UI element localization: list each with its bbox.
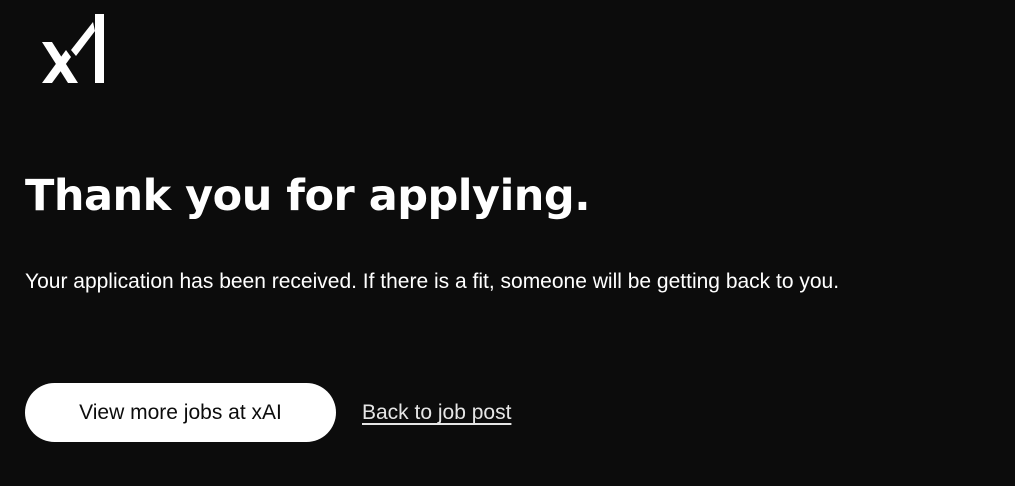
- confirmation-message: Your application has been received. If t…: [25, 270, 840, 293]
- confirmation-page: Thank you for applying. Your application…: [0, 0, 1015, 486]
- view-more-jobs-button[interactable]: View more jobs at xAI: [25, 383, 336, 442]
- page-title: Thank you for applying.: [25, 171, 591, 221]
- xai-logo-icon: [42, 14, 104, 83]
- back-to-job-post-link[interactable]: Back to job post: [362, 397, 511, 429]
